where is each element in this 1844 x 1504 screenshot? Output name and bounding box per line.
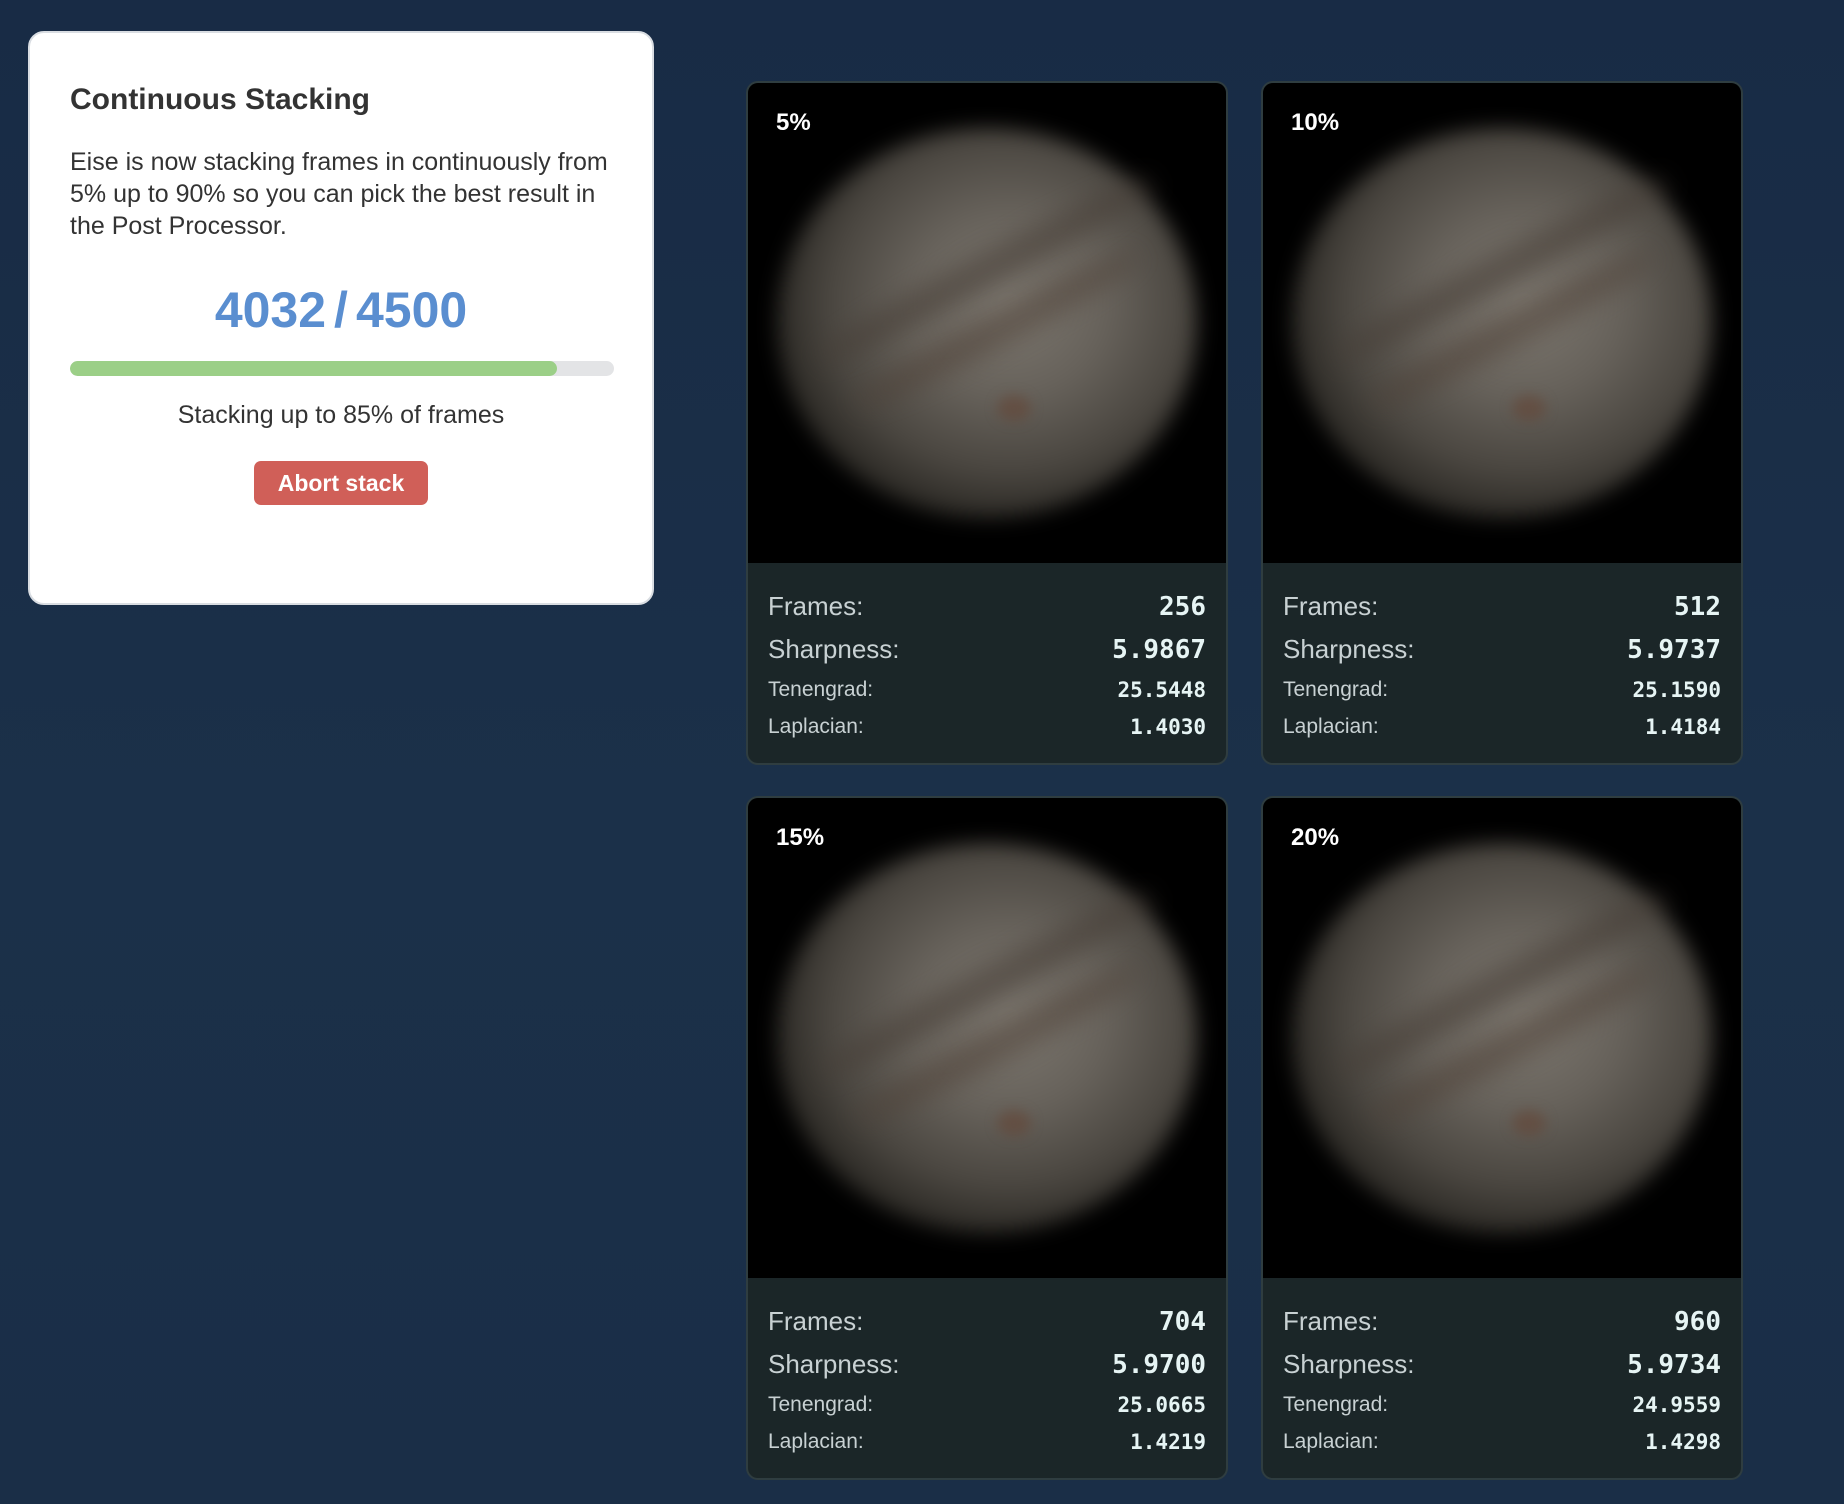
stack-stats: Frames: 512 Sharpness: 5.9737 Tenengrad:… [1263,563,1741,745]
stat-row-laplacian: Laplacian: 1.4030 [768,708,1206,745]
stat-row-frames: Frames: 704 [768,1300,1206,1343]
stat-row-frames: Frames: 512 [1283,585,1721,628]
stack-result-card[interactable]: 20% Frames: 960 Sharpness: 5.9734 Teneng… [1261,796,1743,1480]
stat-row-tenengrad: Tenengrad: 25.1590 [1283,671,1721,708]
stack-percent-label: 5% [776,109,811,136]
laplacian-value: 1.4298 [1645,1429,1721,1454]
stack-preview-image: 15% [748,798,1226,1278]
frame-counter-separator: / [334,282,348,338]
sharpness-label: Sharpness: [768,1349,900,1379]
frames-label: Frames: [768,1306,864,1336]
laplacian-value: 1.4030 [1130,714,1206,739]
stat-row-laplacian: Laplacian: 1.4219 [768,1423,1206,1460]
stack-preview-image: 20% [1263,798,1741,1278]
frame-counter: 4032/4500 [70,280,612,340]
panel-title: Continuous Stacking [70,83,370,116]
stat-row-tenengrad: Tenengrad: 25.0665 [768,1386,1206,1423]
stack-percent-label: 15% [776,824,825,851]
frames-value: 704 [1159,1306,1206,1337]
frames-value: 256 [1159,591,1206,622]
stack-percent-label: 10% [1291,109,1340,136]
laplacian-label: Laplacian: [1283,714,1379,738]
stat-row-tenengrad: Tenengrad: 25.5448 [768,671,1206,708]
laplacian-label: Laplacian: [768,714,864,738]
tenengrad-label: Tenengrad: [768,677,874,701]
stacking-panel: Continuous Stacking Eise is now stacking… [28,31,654,605]
sharpness-value: 5.9734 [1627,1349,1721,1380]
stack-result-card[interactable]: 5% Frames: 256 Sharpness: 5.9867 Tenengr… [746,81,1228,765]
progress-bar-fill [70,361,558,376]
frame-counter-total: 4500 [355,282,468,338]
sharpness-label: Sharpness: [768,634,900,664]
stack-stats: Frames: 256 Sharpness: 5.9867 Tenengrad:… [748,563,1226,745]
frames-label: Frames: [768,591,864,621]
sharpness-value: 5.9867 [1112,634,1206,665]
stacking-status: Stacking up to 85% of frames [177,401,505,429]
stack-result-card[interactable]: 10% Frames: 512 Sharpness: 5.9737 Teneng… [1261,81,1743,765]
stat-row-laplacian: Laplacian: 1.4298 [1283,1423,1721,1460]
stack-stats: Frames: 704 Sharpness: 5.9700 Tenengrad:… [748,1278,1226,1460]
stat-row-frames: Frames: 256 [768,585,1206,628]
progress-bar [70,361,614,376]
stack-percent-label: 20% [1291,824,1340,851]
tenengrad-label: Tenengrad: [1283,1392,1389,1416]
laplacian-label: Laplacian: [1283,1429,1379,1453]
laplacian-value: 1.4184 [1645,714,1721,739]
tenengrad-value: 25.0665 [1117,1392,1206,1417]
frames-value: 512 [1674,591,1721,622]
abort-stack-button[interactable]: Abort stack [253,461,429,505]
frames-value: 960 [1674,1306,1721,1337]
stack-stats: Frames: 960 Sharpness: 5.9734 Tenengrad:… [1263,1278,1741,1460]
frames-label: Frames: [1283,1306,1379,1336]
laplacian-label: Laplacian: [768,1429,864,1453]
tenengrad-value: 25.5448 [1117,677,1206,702]
stack-preview-image: 5% [748,83,1226,563]
panel-description: Eise is now stacking frames in continuou… [70,148,608,240]
sharpness-value: 5.9737 [1627,634,1721,665]
sharpness-label: Sharpness: [1283,634,1415,664]
stack-result-card[interactable]: 15% Frames: 704 Sharpness: 5.9700 Teneng… [746,796,1228,1480]
stat-row-sharpness: Sharpness: 5.9737 [1283,628,1721,671]
stack-preview-image: 10% [1263,83,1741,563]
tenengrad-label: Tenengrad: [768,1392,874,1416]
stat-row-sharpness: Sharpness: 5.9700 [768,1343,1206,1386]
sharpness-label: Sharpness: [1283,1349,1415,1379]
tenengrad-label: Tenengrad: [1283,677,1389,701]
tenengrad-value: 25.1590 [1632,677,1721,702]
stat-row-sharpness: Sharpness: 5.9867 [768,628,1206,671]
laplacian-value: 1.4219 [1130,1429,1206,1454]
stat-row-laplacian: Laplacian: 1.4184 [1283,708,1721,745]
stat-row-tenengrad: Tenengrad: 24.9559 [1283,1386,1721,1423]
frame-counter-current: 4032 [214,282,327,338]
stat-row-frames: Frames: 960 [1283,1300,1721,1343]
stat-row-sharpness: Sharpness: 5.9734 [1283,1343,1721,1386]
frames-label: Frames: [1283,591,1379,621]
sharpness-value: 5.9700 [1112,1349,1206,1380]
tenengrad-value: 24.9559 [1632,1392,1721,1417]
